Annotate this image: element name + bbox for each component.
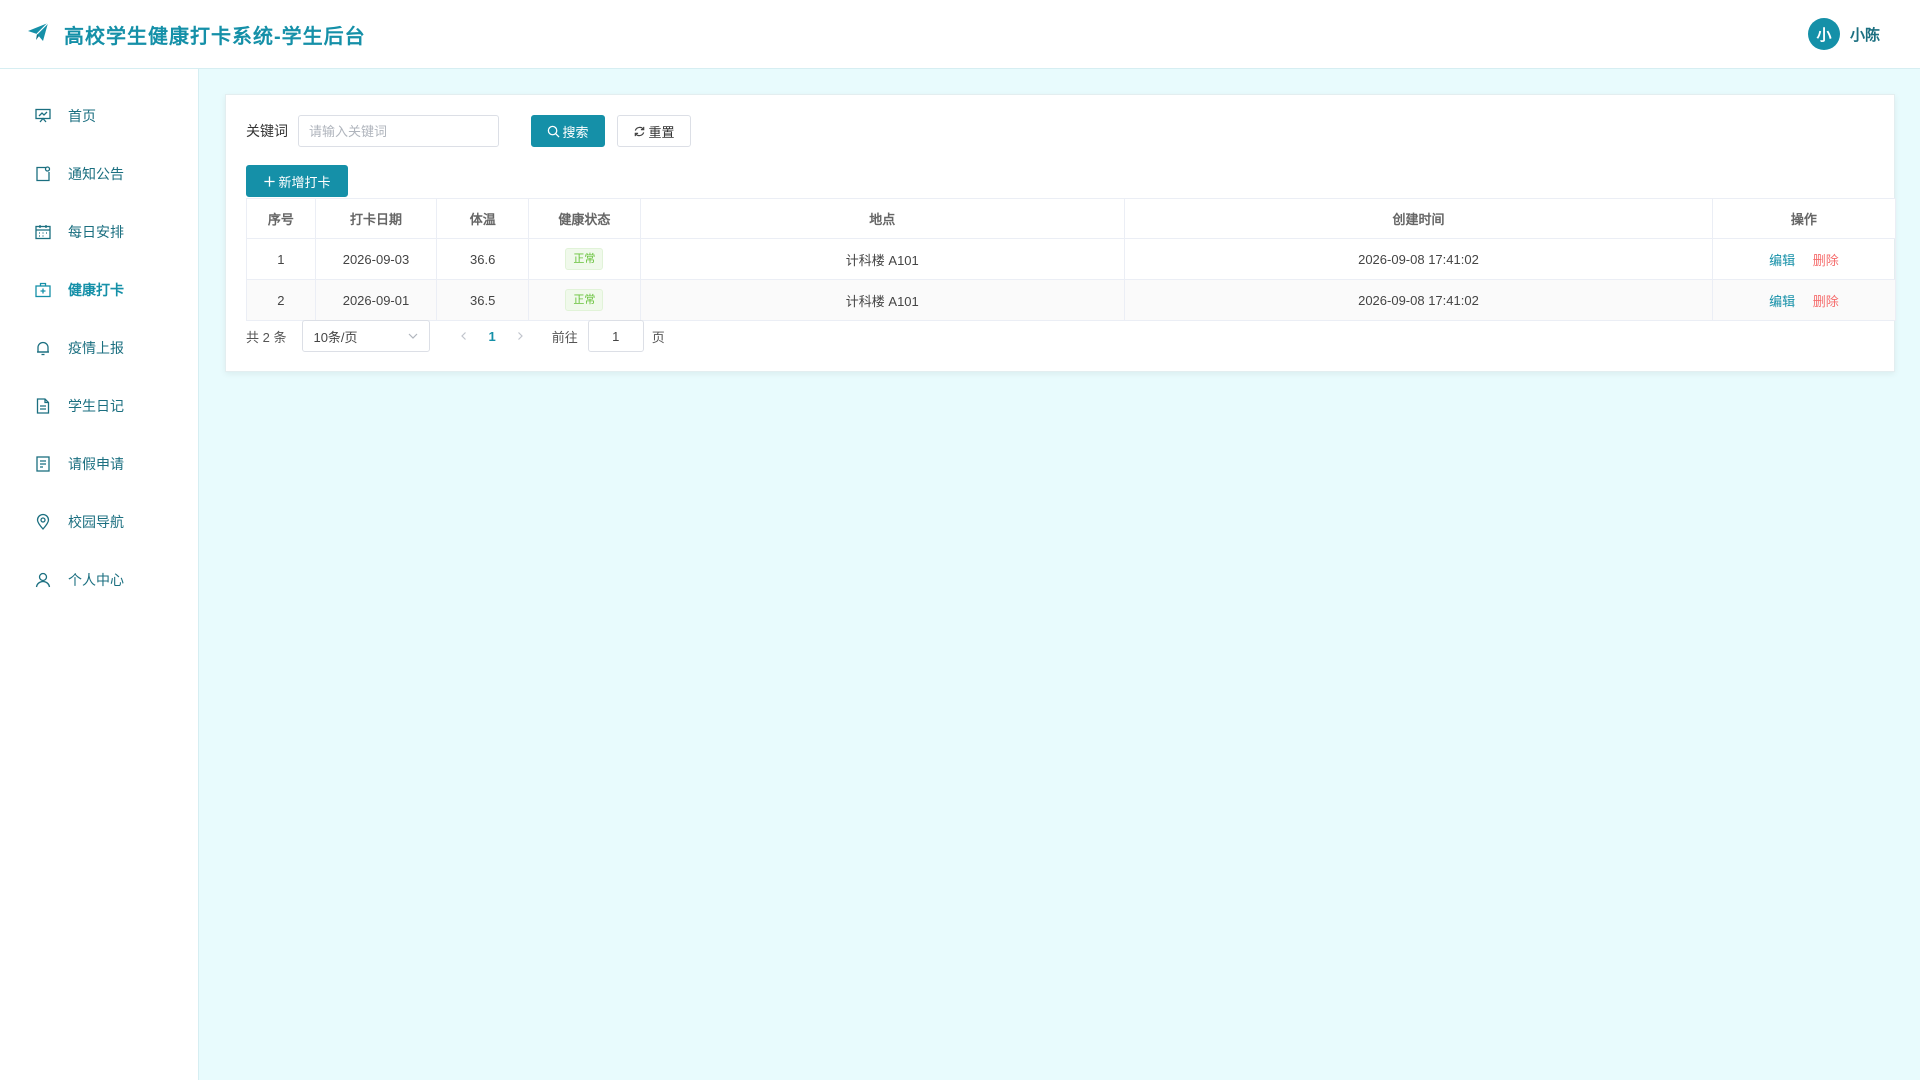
- brand: 高校学生健康打卡系统-学生后台: [26, 20, 366, 49]
- notice-icon: [34, 165, 52, 183]
- calendar-icon: [34, 223, 52, 241]
- goto-page-input[interactable]: [587, 320, 644, 352]
- cell-temperature: 36.5: [436, 279, 530, 321]
- username[interactable]: 小陈: [1850, 24, 1880, 45]
- table-row[interactable]: 1 2026-09-03 36.6 正常 计科楼 A101 2026-09-08…: [246, 238, 1897, 280]
- cell-index: 1: [246, 238, 316, 280]
- location-icon: [34, 513, 52, 531]
- cell-location: 计科楼 A101: [639, 279, 1126, 321]
- sidebar-item-label: 学生日记: [68, 398, 124, 414]
- user-menu[interactable]: 小 小陈: [1807, 18, 1880, 50]
- bell-icon: [34, 339, 52, 357]
- sidebar-item-label: 疫情上报: [68, 340, 124, 356]
- sidebar: 首页 通知公告 每日安排 健康打卡 疫情上报 学生日记 请假申请 校园导航 个人…: [0, 69, 199, 1080]
- search-bar: 关键词 搜索 重置: [246, 115, 691, 147]
- plus-icon: [264, 175, 276, 187]
- refresh-icon: [635, 126, 645, 136]
- column-header[interactable]: 操作: [1711, 198, 1897, 239]
- cell-location: 计科楼 A101: [639, 238, 1126, 280]
- app-title: 高校学生健康打卡系统-学生后台: [64, 25, 366, 48]
- sidebar-item-schedule[interactable]: 每日安排: [0, 203, 198, 261]
- column-header[interactable]: 地点: [639, 198, 1126, 239]
- goto-label: 前往: [551, 329, 578, 345]
- column-header[interactable]: 打卡日期: [314, 198, 438, 239]
- sidebar-item-campus-nav[interactable]: 校园导航: [0, 493, 198, 551]
- column-header[interactable]: 体温: [436, 198, 530, 239]
- top-header: 高校学生健康打卡系统-学生后台 小 小陈: [0, 0, 1920, 69]
- cell-created: 2026-09-08 17:41:02: [1124, 279, 1713, 321]
- delete-button[interactable]: 删除: [1813, 294, 1839, 309]
- search-button-label: 搜索: [562, 124, 589, 140]
- page-size-value: 10条/页: [313, 329, 358, 345]
- sidebar-item-diary[interactable]: 学生日记: [0, 377, 198, 435]
- user-icon: [34, 571, 52, 589]
- document-icon: [34, 397, 52, 415]
- medical-box-icon: [34, 281, 52, 299]
- sidebar-item-home[interactable]: 首页: [0, 87, 198, 145]
- sidebar-item-label: 个人中心: [68, 572, 124, 588]
- next-page-button[interactable]: [510, 326, 530, 346]
- edit-button[interactable]: 编辑: [1769, 294, 1795, 309]
- status-badge: 正常: [565, 289, 604, 311]
- pagination: 共 2 条 10条/页 1 前往 页: [246, 320, 665, 352]
- chevron-down-icon: [409, 333, 418, 339]
- edit-button[interactable]: 编辑: [1769, 253, 1795, 268]
- cell-temperature: 36.6: [436, 238, 530, 280]
- chevron-left-icon: [461, 332, 467, 340]
- sidebar-item-profile[interactable]: 个人中心: [0, 551, 198, 609]
- sidebar-item-label: 通知公告: [68, 166, 124, 182]
- search-button[interactable]: 搜索: [531, 115, 605, 147]
- add-checkin-button[interactable]: 新增打卡: [246, 165, 348, 197]
- add-button-label: 新增打卡: [278, 174, 331, 190]
- cell-status: 正常: [528, 238, 641, 280]
- reset-button[interactable]: 重置: [617, 115, 691, 147]
- reset-button-label: 重置: [648, 124, 675, 140]
- sidebar-item-epidemic-report[interactable]: 疫情上报: [0, 319, 198, 377]
- pagination-total: 共 2 条: [246, 329, 287, 345]
- status-badge: 正常: [565, 248, 604, 270]
- sidebar-item-health-checkin[interactable]: 健康打卡: [0, 261, 198, 319]
- paper-plane-icon: [26, 20, 50, 49]
- sidebar-item-label: 请假申请: [68, 456, 124, 472]
- cell-created: 2026-09-08 17:41:02: [1124, 238, 1713, 280]
- sidebar-item-notice[interactable]: 通知公告: [0, 145, 198, 203]
- chevron-right-icon: [517, 332, 523, 340]
- table-header-row: 序号 打卡日期 体温 健康状态 地点 创建时间 操作: [246, 198, 1897, 239]
- cell-status: 正常: [528, 279, 641, 321]
- cell-actions: 编辑 删除: [1711, 238, 1897, 280]
- column-header[interactable]: 创建时间: [1124, 198, 1713, 239]
- column-header[interactable]: 健康状态: [528, 198, 641, 239]
- presentation-icon: [34, 107, 52, 125]
- cell-date: 2026-09-03: [314, 238, 438, 280]
- page-unit-label: 页: [651, 329, 665, 345]
- column-header[interactable]: 序号: [246, 198, 316, 239]
- table-row[interactable]: 2 2026-09-01 36.5 正常 计科楼 A101 2026-09-08…: [246, 279, 1897, 321]
- page-size-select[interactable]: 10条/页: [302, 320, 431, 352]
- cell-date: 2026-09-01: [314, 279, 438, 321]
- content-panel: 关键词 搜索 重置 新增打卡 序号 打卡日期 体温 健康状态 地点 创建时间: [225, 94, 1897, 372]
- sidebar-item-label: 每日安排: [68, 224, 124, 240]
- keyword-input[interactable]: [298, 115, 499, 147]
- avatar[interactable]: 小: [1807, 18, 1840, 50]
- sidebar-item-label: 健康打卡: [68, 282, 124, 298]
- cell-index: 2: [246, 279, 316, 321]
- page-number-current[interactable]: 1: [488, 329, 495, 344]
- delete-button[interactable]: 删除: [1813, 253, 1839, 268]
- checkin-table: 序号 打卡日期 体温 健康状态 地点 创建时间 操作 1 2026-09-03 …: [246, 198, 1897, 321]
- prev-page-button[interactable]: [454, 326, 474, 346]
- search-icon: [548, 125, 561, 138]
- keyword-label: 关键词: [246, 123, 288, 139]
- sidebar-item-label: 首页: [68, 108, 96, 124]
- sidebar-item-label: 校园导航: [68, 514, 124, 530]
- tickets-icon: [34, 455, 52, 473]
- cell-actions: 编辑 删除: [1711, 279, 1897, 321]
- sidebar-item-leave-request[interactable]: 请假申请: [0, 435, 198, 493]
